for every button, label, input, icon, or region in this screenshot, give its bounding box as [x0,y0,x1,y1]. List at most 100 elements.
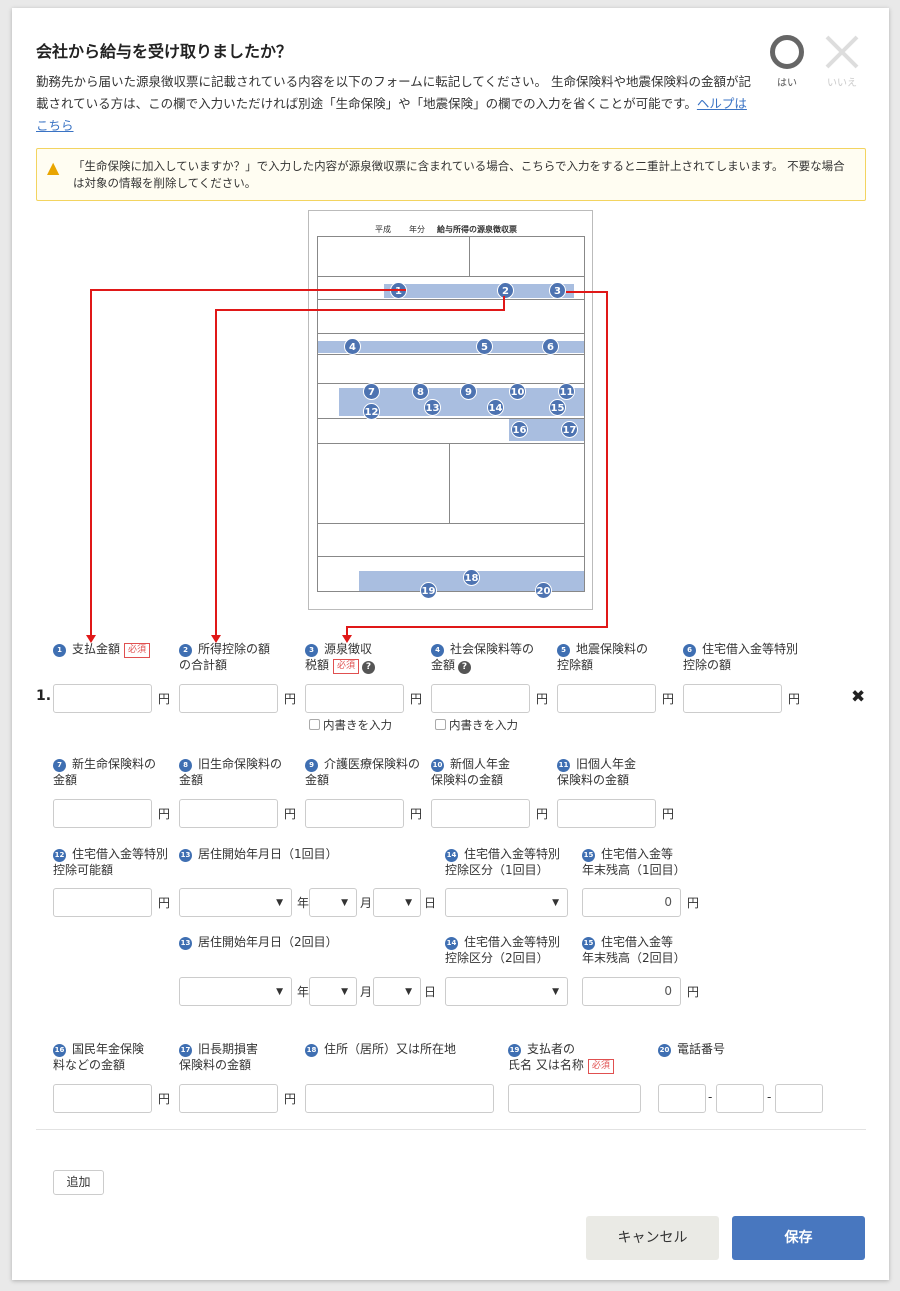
unit-yen: 円 [788,692,801,706]
payer-name-input[interactable] [508,1084,641,1113]
label-deduction-total: 2 所得控除の額 の合計額 [179,642,271,672]
old-life-insurance-input[interactable] [179,799,278,828]
unit-yen: 円 [687,985,700,999]
label-old-life-insurance: 8 旧生命保険料の 金額 [179,757,283,787]
divider [36,1129,866,1130]
payment-amount-input[interactable] [53,684,152,713]
label-payer-name: 19 支払者の 氏名 又は名称 必須 [508,1041,614,1074]
new-pension-insurance-input[interactable] [431,799,530,828]
long-term-damage-insurance-input[interactable] [179,1084,278,1113]
label-housing-loan-balance-2: 15 住宅借入金等 年末残高（2回目） [582,935,686,965]
phone-exchange-input[interactable] [716,1084,764,1113]
housing-loan-balance-input-2[interactable]: 0 [582,977,681,1006]
required-badge: 必須 [587,1059,614,1074]
medical-care-insurance-input[interactable] [305,799,404,828]
slip-marker-19: 19 [420,582,437,599]
withholding-tax-input[interactable] [305,684,404,713]
housing-loan-deduction-input[interactable] [683,684,782,713]
add-row-button[interactable]: 追加 [53,1170,104,1195]
dropdown-arrow-icon: ▼ [276,898,283,908]
national-pension-input[interactable] [53,1084,152,1113]
answer-no-button[interactable]: いいえ [822,30,862,89]
unit-yen: 円 [662,807,675,821]
arrow-2-vertical [215,309,217,635]
arrow-3-head [342,635,352,643]
unit-yen: 円 [410,692,423,706]
label-housing-loan-balance-1: 15 住宅借入金等 年末残高（1回目） [582,847,686,877]
social-insurance-input[interactable] [431,684,530,713]
dialog-title: 会社から給与を受け取りましたか？ [36,42,293,61]
slip-marker-15: 15 [549,399,566,416]
help-icon[interactable]: ? [362,661,376,674]
slip-marker-6: 6 [542,338,559,355]
label-new-pension-insurance: 10 新個人年金 保険料の金額 [431,757,511,787]
move-in-month-select-1[interactable]: ▼ [309,888,357,917]
unit-yen: 円 [158,1092,171,1106]
withholding-slip-illustration: 平成 年分 給与所得の源泉徴収票 1 2 3 4 5 6 7 8 9 10 11… [308,210,593,610]
answer-no-label: いいえ [827,78,857,89]
social-insurance-handwrite-checkbox[interactable]: 内書きを入力 [435,717,518,733]
move-in-year-select-2[interactable]: ▼ [179,977,292,1006]
phone-area-code-input[interactable] [658,1084,706,1113]
dropdown-arrow-icon: ▼ [341,898,348,908]
unit-yen: 円 [158,807,171,821]
unit-yen: 円 [284,807,297,821]
dropdown-arrow-icon: ▼ [552,987,559,997]
unit-yen: 円 [284,692,297,706]
phone-separator: - [708,1090,713,1104]
withholding-handwrite-checkbox[interactable]: 内書きを入力 [309,717,392,733]
slip-marker-14: 14 [487,399,504,416]
description-text: 勤務先から届いた源泉徴収票に記載されている内容を以下のフォームに転記してください… [36,74,751,111]
unit-day: 日 [424,896,437,910]
slip-marker-11: 11 [558,383,575,400]
arrow-2-stub [503,296,505,311]
phone-subscriber-input[interactable] [775,1084,823,1113]
housing-loan-category-select-1[interactable]: ▼ [445,888,568,917]
earthquake-insurance-input[interactable] [557,684,656,713]
move-in-day-select-1[interactable]: ▼ [373,888,421,917]
label-payment-amount: 1 支払金額 必須 [53,641,151,658]
answer-yes-button[interactable]: はい [767,30,807,89]
label-medical-care-insurance: 9 介護医療保険料の 金額 [305,757,421,787]
housing-loan-balance-input-1[interactable]: 0 [582,888,681,917]
label-housing-loan-category-2: 14 住宅借入金等特別 控除区分（2回目） [445,935,561,965]
move-in-day-select-2[interactable]: ▼ [373,977,421,1006]
label-housing-loan-category-1: 14 住宅借入金等特別 控除区分（1回目） [445,847,561,877]
slip-marker-10: 10 [509,383,526,400]
slip-marker-12: 12 [363,403,380,420]
arrow-2-horizontal [215,309,504,311]
new-life-insurance-input[interactable] [53,799,152,828]
cancel-button[interactable]: キャンセル [586,1216,719,1260]
dropdown-arrow-icon: ▼ [405,898,412,908]
help-icon[interactable]: ? [458,661,472,674]
unit-yen: 円 [687,896,700,910]
slip-year: 年分 [409,225,425,234]
move-in-year-select-1[interactable]: ▼ [179,888,292,917]
unit-yen: 円 [158,692,171,706]
unit-day: 日 [424,985,437,999]
label-national-pension: 16 国民年金保険 料などの金額 [53,1042,145,1072]
slip-marker-8: 8 [412,383,429,400]
housing-loan-deductible-input[interactable] [53,888,152,917]
slip-marker-20: 20 [535,582,552,599]
delete-row-icon[interactable]: ✖ [851,687,865,707]
payer-address-input[interactable] [305,1084,494,1113]
old-pension-insurance-input[interactable] [557,799,656,828]
deduction-total-input[interactable] [179,684,278,713]
label-housing-loan-deductible: 12 住宅借入金等特別 控除可能額 [53,847,169,877]
label-phone-number: 20 電話番号 [658,1042,726,1057]
move-in-month-select-2[interactable]: ▼ [309,977,357,1006]
slip-marker-9: 9 [460,383,477,400]
required-badge: 必須 [124,643,151,658]
unit-yen: 円 [410,807,423,821]
slip-marker-17: 17 [561,421,578,438]
unit-yen: 円 [158,896,171,910]
circle-icon [770,35,804,69]
save-button[interactable]: 保存 [732,1216,865,1260]
unit-yen: 円 [536,807,549,821]
cross-icon [825,35,859,69]
required-badge: 必須 [333,659,360,674]
warning-banner: ▲ 「生命保険に加入していますか？」で入力した内容が源泉徴収票に含まれている場合… [36,148,866,201]
housing-loan-category-select-2[interactable]: ▼ [445,977,568,1006]
arrow-1-vertical [90,289,92,635]
